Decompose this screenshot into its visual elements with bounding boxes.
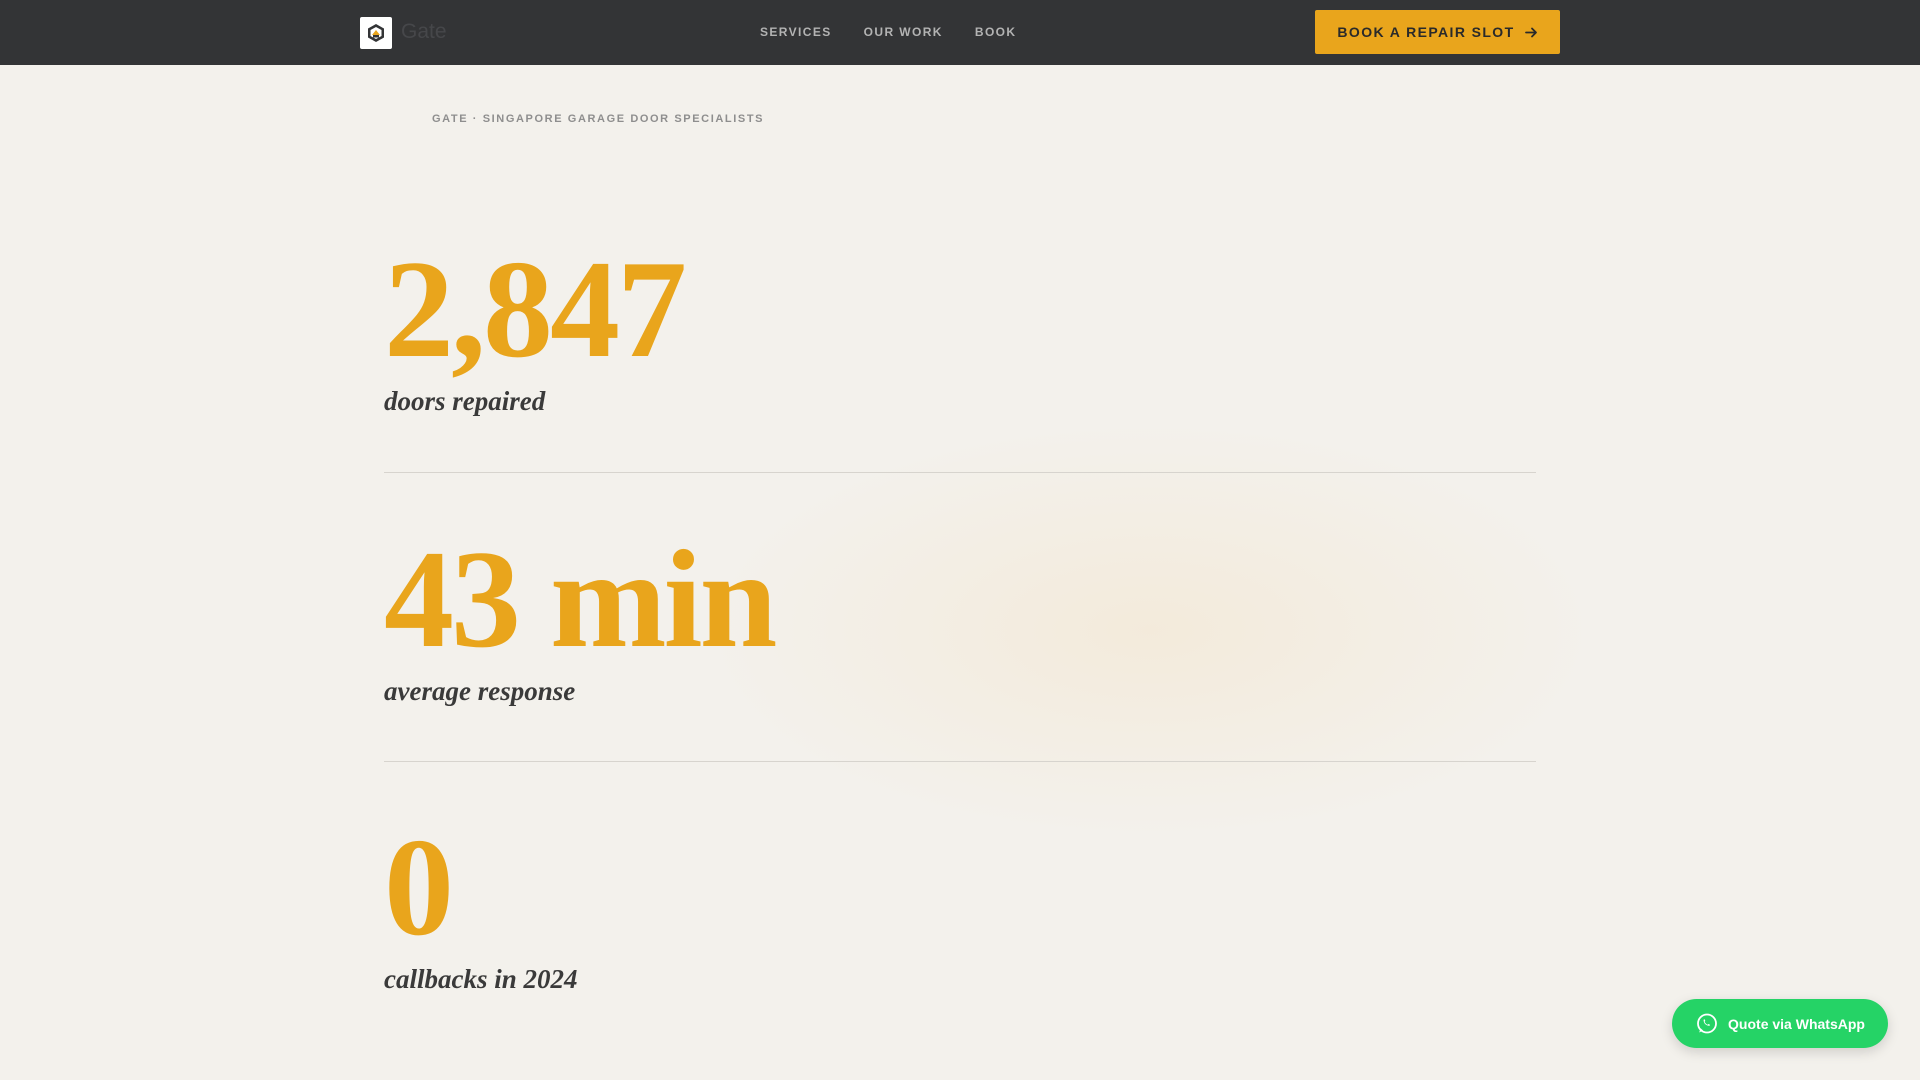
gate-logo-icon[interactable]	[360, 17, 392, 49]
stat-divider	[384, 761, 1536, 762]
book-repair-slot-label: BOOK A REPAIR SLOT	[1337, 24, 1515, 40]
stat-value: 43 min	[384, 522, 777, 677]
nav-services-link[interactable]: SERVICES	[760, 25, 832, 39]
stat-callbacks: 0 callbacks in 2024	[384, 818, 1536, 995]
stat-average-response: 43 min average response	[384, 530, 1536, 707]
nav-our-work-link[interactable]: OUR WORK	[864, 25, 943, 39]
stat-label: callbacks in 2024	[384, 964, 578, 994]
book-repair-slot-button[interactable]: BOOK A REPAIR SLOT	[1315, 10, 1560, 54]
whatsapp-icon	[1695, 1012, 1719, 1036]
stat-value: 2,847	[384, 232, 687, 387]
brand-name[interactable]: Gate	[401, 20, 447, 44]
hero-eyebrow: GATE · SINGAPORE GARAGE DOOR SPECIALISTS	[432, 113, 765, 125]
nav-book-link[interactable]: BOOK	[975, 25, 1017, 39]
stat-value: 0	[384, 810, 454, 965]
main-nav: SERVICES OUR WORK BOOK	[760, 25, 1048, 39]
arrow-right-icon	[1524, 26, 1538, 39]
whatsapp-quote-label: Quote via WhatsApp	[1728, 1015, 1865, 1032]
top-navigation-bar: Gate SERVICES OUR WORK BOOK BOOK A REPAI…	[0, 0, 1920, 65]
stat-divider	[384, 472, 1536, 473]
stat-label: doors repaired	[384, 386, 546, 416]
stat-label: average response	[384, 676, 576, 706]
whatsapp-quote-button[interactable]: Quote via WhatsApp	[1672, 999, 1888, 1048]
stat-doors-repaired: 2,847 doors repaired	[384, 240, 1536, 417]
